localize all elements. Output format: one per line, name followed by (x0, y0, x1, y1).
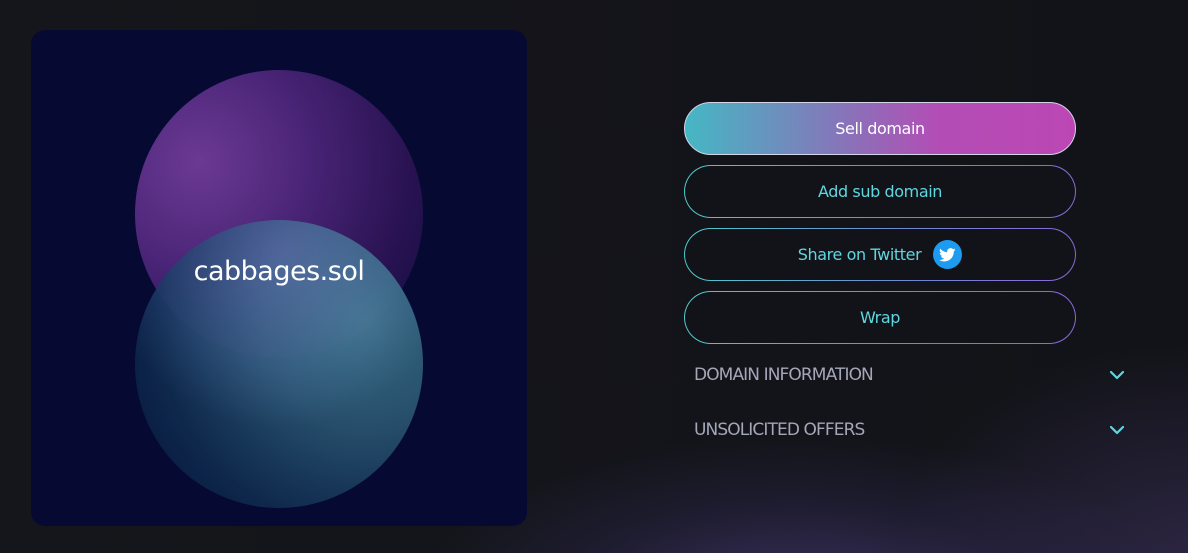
wrap-button[interactable]: Wrap (684, 291, 1076, 344)
sell-domain-button[interactable]: Sell domain (684, 102, 1076, 155)
domain-information-toggle[interactable]: DOMAIN INFORMATION (694, 363, 1128, 387)
sell-domain-label: Sell domain (835, 119, 925, 138)
unsolicited-offers-label: UNSOLICITED OFFERS (694, 420, 865, 440)
twitter-icon (933, 240, 963, 269)
domain-information-label: DOMAIN INFORMATION (694, 365, 874, 385)
share-on-twitter-button[interactable]: Share on Twitter (684, 228, 1076, 281)
add-sub-domain-button[interactable]: Add sub domain (684, 165, 1076, 218)
domain-image-card: cabbages.sol (31, 30, 527, 526)
share-on-twitter-label: Share on Twitter (797, 245, 922, 264)
wrap-label: Wrap (859, 308, 901, 327)
chevron-down-icon (1108, 369, 1126, 381)
add-sub-domain-label: Add sub domain (817, 182, 943, 201)
chevron-down-icon (1108, 424, 1126, 436)
domain-name-title: cabbages.sol (193, 256, 365, 287)
unsolicited-offers-toggle[interactable]: UNSOLICITED OFFERS (694, 418, 1128, 442)
domain-actions: Sell domain Add sub domain Share on Twit… (684, 102, 1076, 354)
